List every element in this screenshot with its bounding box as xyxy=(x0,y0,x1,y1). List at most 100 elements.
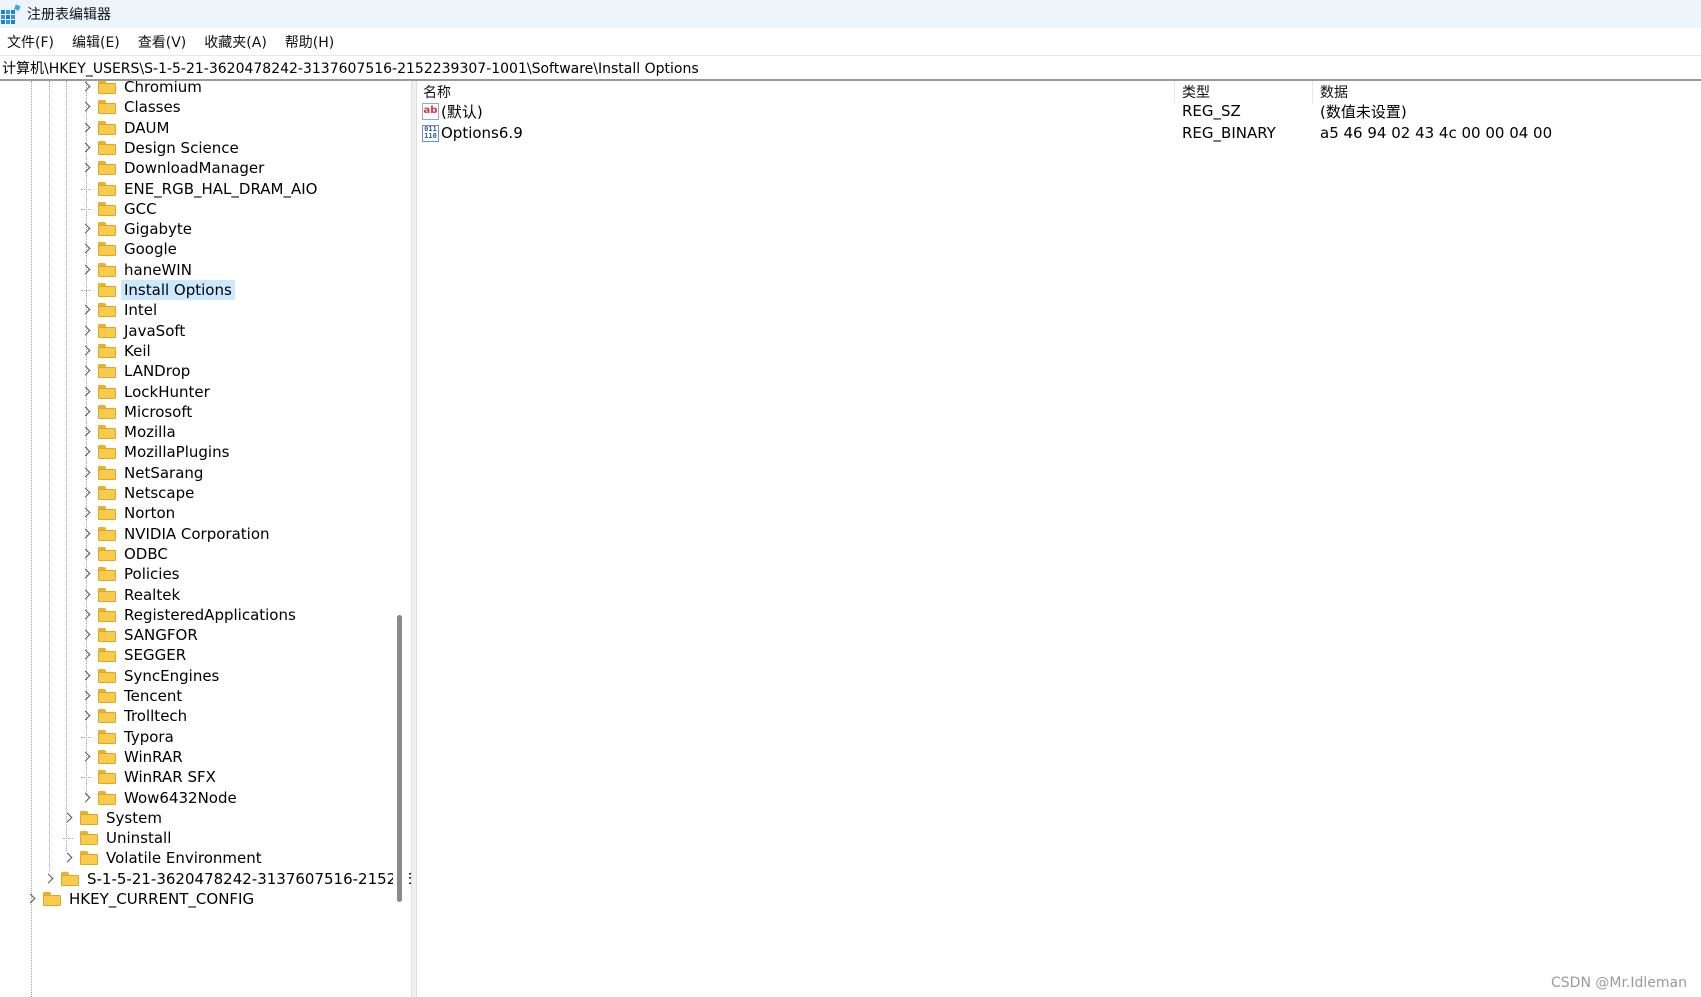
tree-node-software-child[interactable]: LockHunter xyxy=(79,381,213,403)
chevron-right-icon[interactable] xyxy=(79,502,93,524)
tree-node-label: Intel xyxy=(124,301,158,320)
tree-node-software-child[interactable]: SyncEngines xyxy=(79,665,222,687)
menu-file[interactable]: 文件(F) xyxy=(7,32,54,52)
tree-node-software-child[interactable]: DownloadManager xyxy=(79,157,267,179)
menu-help[interactable]: 帮助(H) xyxy=(285,32,334,52)
chevron-right-icon[interactable] xyxy=(79,787,93,809)
tree-node-label: SANGFOR xyxy=(124,626,198,645)
tree-node-software-child[interactable]: WinRAR SFX xyxy=(79,766,219,788)
tree-node-software-child[interactable]: Design Science xyxy=(79,137,242,159)
tree-node-software-child[interactable]: SANGFOR xyxy=(79,624,201,646)
tree-leaf-connector xyxy=(79,766,93,788)
address-bar[interactable]: 计算机\HKEY_USERS\S-1-5-21-3620478242-31376… xyxy=(0,56,1701,81)
tree-node-software-child[interactable]: Keil xyxy=(79,340,154,362)
menu-view[interactable]: 查看(V) xyxy=(138,32,187,52)
tree-node-sibling-user[interactable]: S-1-5-21-3620478242-3137607516-21522393 xyxy=(42,868,425,890)
chevron-right-icon[interactable] xyxy=(79,218,93,240)
chevron-right-icon[interactable] xyxy=(79,441,93,463)
chevron-right-icon[interactable] xyxy=(79,584,93,606)
tree-node-software-child[interactable]: ODBC xyxy=(79,543,171,565)
tree-node-software-child[interactable]: DAUM xyxy=(79,117,172,139)
tree-node-software-child[interactable]: JavaSoft xyxy=(79,320,188,342)
tree-node-software-child[interactable]: WinRAR xyxy=(79,746,186,768)
tree-node-label: haneWIN xyxy=(124,260,192,279)
tree-node-software-child[interactable]: Typora xyxy=(79,726,177,748)
tree-node-software-child[interactable]: NVIDIA Corporation xyxy=(79,523,273,545)
chevron-right-icon[interactable] xyxy=(79,746,93,768)
chevron-right-icon[interactable] xyxy=(79,543,93,565)
tree-node-software-child[interactable]: ENE_RGB_HAL_DRAM_AIO xyxy=(79,178,320,200)
tree-node-software-child[interactable]: RegisteredApplications xyxy=(79,604,299,626)
tree-node-software-child[interactable]: Gigabyte xyxy=(79,218,195,240)
tree-node-label: Tencent xyxy=(124,687,183,705)
chevron-right-icon[interactable] xyxy=(79,299,93,321)
chevron-right-icon[interactable] xyxy=(79,523,93,545)
tree-node-software-child[interactable]: haneWIN xyxy=(79,259,195,281)
value-row[interactable]: 011 110 Options6.9 REG_BINARY a5 46 94 02… xyxy=(417,122,1701,144)
folder-icon xyxy=(98,729,116,744)
tree-node-software-child[interactable]: SEGGER xyxy=(79,644,189,666)
chevron-right-icon[interactable] xyxy=(79,665,93,687)
chevron-right-icon[interactable] xyxy=(24,888,38,910)
tree-node-software-child[interactable]: Tencent xyxy=(79,685,185,707)
tree-node-software-child[interactable]: Google xyxy=(79,238,180,260)
tree-node-software-child[interactable]: Norton xyxy=(79,502,178,524)
tree-node-user-child[interactable]: Uninstall xyxy=(61,827,174,849)
chevron-right-icon[interactable] xyxy=(79,381,93,403)
tree-node-software-child[interactable]: Mozilla xyxy=(79,421,179,443)
folder-icon xyxy=(98,506,116,521)
value-row[interactable]: ab (默认) REG_SZ (数值未设置) xyxy=(417,100,1701,122)
chevron-right-icon[interactable] xyxy=(79,360,93,382)
chevron-right-icon[interactable] xyxy=(79,644,93,666)
menu-edit[interactable]: 编辑(E) xyxy=(72,32,120,52)
tree-node-label: Keil xyxy=(124,341,151,360)
tree-node-software-child[interactable]: LANDrop xyxy=(79,360,193,382)
chevron-right-icon[interactable] xyxy=(79,238,93,260)
chevron-right-icon[interactable] xyxy=(79,340,93,362)
chevron-right-icon[interactable] xyxy=(79,259,93,281)
values-pane[interactable]: 名称 类型 数据 ab (默认) REG_SZ (数值未设置) 011 110 O… xyxy=(417,81,1701,997)
chevron-right-icon[interactable] xyxy=(79,157,93,179)
tree-node-user-child[interactable]: Volatile Environment xyxy=(61,847,265,869)
tree-node-software-child[interactable]: Policies xyxy=(79,563,182,585)
chevron-right-icon[interactable] xyxy=(61,807,75,829)
chevron-right-icon[interactable] xyxy=(42,868,56,890)
tree-node-software-child[interactable]: NetSarang xyxy=(79,462,206,484)
chevron-right-icon[interactable] xyxy=(79,624,93,646)
tree-node-label: NetSarang xyxy=(124,463,204,482)
tree-node-software-child[interactable]: Install Options xyxy=(79,279,235,301)
tree-node-software-child[interactable]: MozillaPlugins xyxy=(79,441,232,463)
tree-leaf-connector xyxy=(79,198,93,220)
chevron-right-icon[interactable] xyxy=(79,482,93,504)
chevron-right-icon[interactable] xyxy=(79,685,93,707)
tree-node-user-child[interactable]: System xyxy=(61,807,165,829)
tree-node-software-child[interactable]: GCC xyxy=(79,198,160,220)
key-tree-pane[interactable]: Chromium Classes DAUM Design Science Downloa… xyxy=(0,81,425,997)
tree-node-software-child[interactable]: Wow6432Node xyxy=(79,787,240,809)
tree-node-software-child[interactable]: Classes xyxy=(79,96,184,118)
chevron-right-icon[interactable] xyxy=(79,137,93,159)
tree-node-software-child[interactable]: Intel xyxy=(79,299,160,321)
chevron-right-icon[interactable] xyxy=(61,847,75,869)
chevron-right-icon[interactable] xyxy=(79,604,93,626)
chevron-right-icon[interactable] xyxy=(79,462,93,484)
tree-node-label: LockHunter xyxy=(124,382,210,401)
chevron-right-icon[interactable] xyxy=(79,563,93,585)
chevron-right-icon[interactable] xyxy=(79,320,93,342)
tree-node-label: Chromium xyxy=(124,81,202,96)
address-path[interactable]: 计算机\HKEY_USERS\S-1-5-21-3620478242-31376… xyxy=(0,58,699,78)
chevron-right-icon[interactable] xyxy=(79,705,93,727)
tree-node-software-child[interactable]: Netscape xyxy=(79,482,197,504)
folder-icon xyxy=(98,790,116,805)
folder-icon xyxy=(98,283,116,297)
menu-favorites[interactable]: 收藏夹(A) xyxy=(204,32,267,52)
tree-node-software-child[interactable]: Microsoft xyxy=(79,401,195,423)
tree-node-software-child[interactable]: Trolltech xyxy=(79,705,190,727)
chevron-right-icon[interactable] xyxy=(79,401,93,423)
tree-node-hkey-current-config[interactable]: HKEY_CURRENT_CONFIG xyxy=(24,888,257,910)
chevron-right-icon[interactable] xyxy=(79,117,93,139)
tree-scrollbar-thumb[interactable] xyxy=(397,615,402,902)
chevron-right-icon[interactable] xyxy=(79,421,93,443)
tree-node-software-child[interactable]: Realtek xyxy=(79,584,183,606)
chevron-right-icon[interactable] xyxy=(79,96,93,118)
